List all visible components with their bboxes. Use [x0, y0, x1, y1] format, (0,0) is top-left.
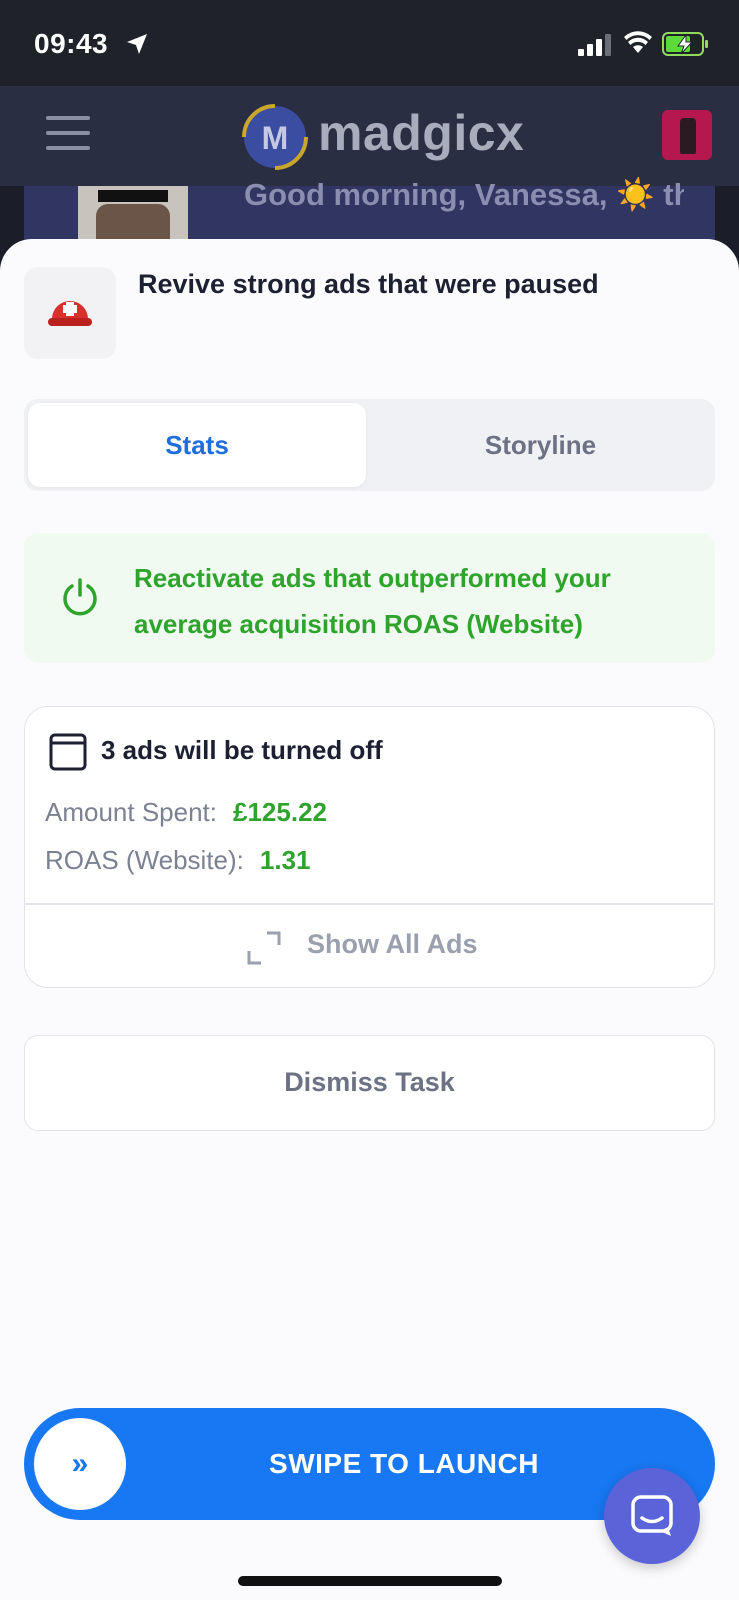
rescue-helmet-icon	[48, 301, 92, 326]
wifi-icon	[624, 31, 652, 53]
dismiss-task-button[interactable]: Dismiss Task	[24, 1035, 715, 1131]
expand-icon	[247, 931, 281, 965]
show-all-ads-button[interactable]: Show All Ads	[25, 905, 713, 987]
task-title: Revive strong ads that were paused	[138, 269, 599, 299]
location-arrow-icon	[127, 34, 147, 54]
suggestion-banner: Reactivate ads that outperformed your av…	[24, 533, 715, 663]
profile-avatar[interactable]	[662, 110, 712, 160]
madgicx-logo-icon: M	[242, 104, 308, 170]
stats-storyline-tabs: Stats Storyline	[24, 399, 715, 491]
ad-square-icon	[49, 733, 87, 771]
app-header: M madgicx	[0, 86, 739, 186]
svg-text:M: M	[262, 120, 289, 156]
home-indicator	[238, 1576, 502, 1586]
amount-spent-value: £125.22	[233, 797, 327, 827]
cellular-signal-icon	[578, 34, 611, 56]
tab-storyline[interactable]: Storyline	[370, 403, 711, 487]
background-greeting-text: Good morning, Vanessa, ☀️ there are 17 s…	[244, 177, 684, 212]
ads-heading: 3 ads will be turned off	[101, 735, 383, 765]
amount-spent-label: Amount Spent:	[45, 797, 217, 827]
swipe-handle[interactable]: »	[34, 1418, 126, 1510]
battery-charging-icon	[662, 32, 708, 56]
roas-label: ROAS (Website):	[45, 845, 244, 875]
amount-spent-row: Amount Spent: £125.22	[45, 797, 327, 828]
show-all-ads-label: Show All Ads	[307, 929, 478, 959]
power-icon	[63, 578, 97, 616]
roas-row: ROAS (Website): 1.31	[45, 845, 311, 876]
chat-support-button[interactable]	[604, 1468, 700, 1564]
tab-stats[interactable]: Stats	[28, 403, 366, 487]
status-time: 09:43	[34, 28, 109, 59]
hamburger-menu-icon[interactable]	[46, 116, 90, 152]
task-bottom-sheet: Revive strong ads that were paused Stats…	[0, 239, 739, 1600]
chat-icon	[631, 1495, 673, 1536]
status-bar: 09:43	[0, 0, 739, 86]
brand-name: madgicx	[318, 105, 525, 161]
swipe-label: SWIPE TO LAUNCH	[269, 1448, 539, 1479]
task-icon-box	[24, 267, 116, 359]
roas-value: 1.31	[259, 845, 311, 875]
suggestion-text: Reactivate ads that outperformed your av…	[134, 563, 611, 639]
ads-summary-card: 3 ads will be turned off Amount Spent: £1…	[24, 706, 715, 988]
